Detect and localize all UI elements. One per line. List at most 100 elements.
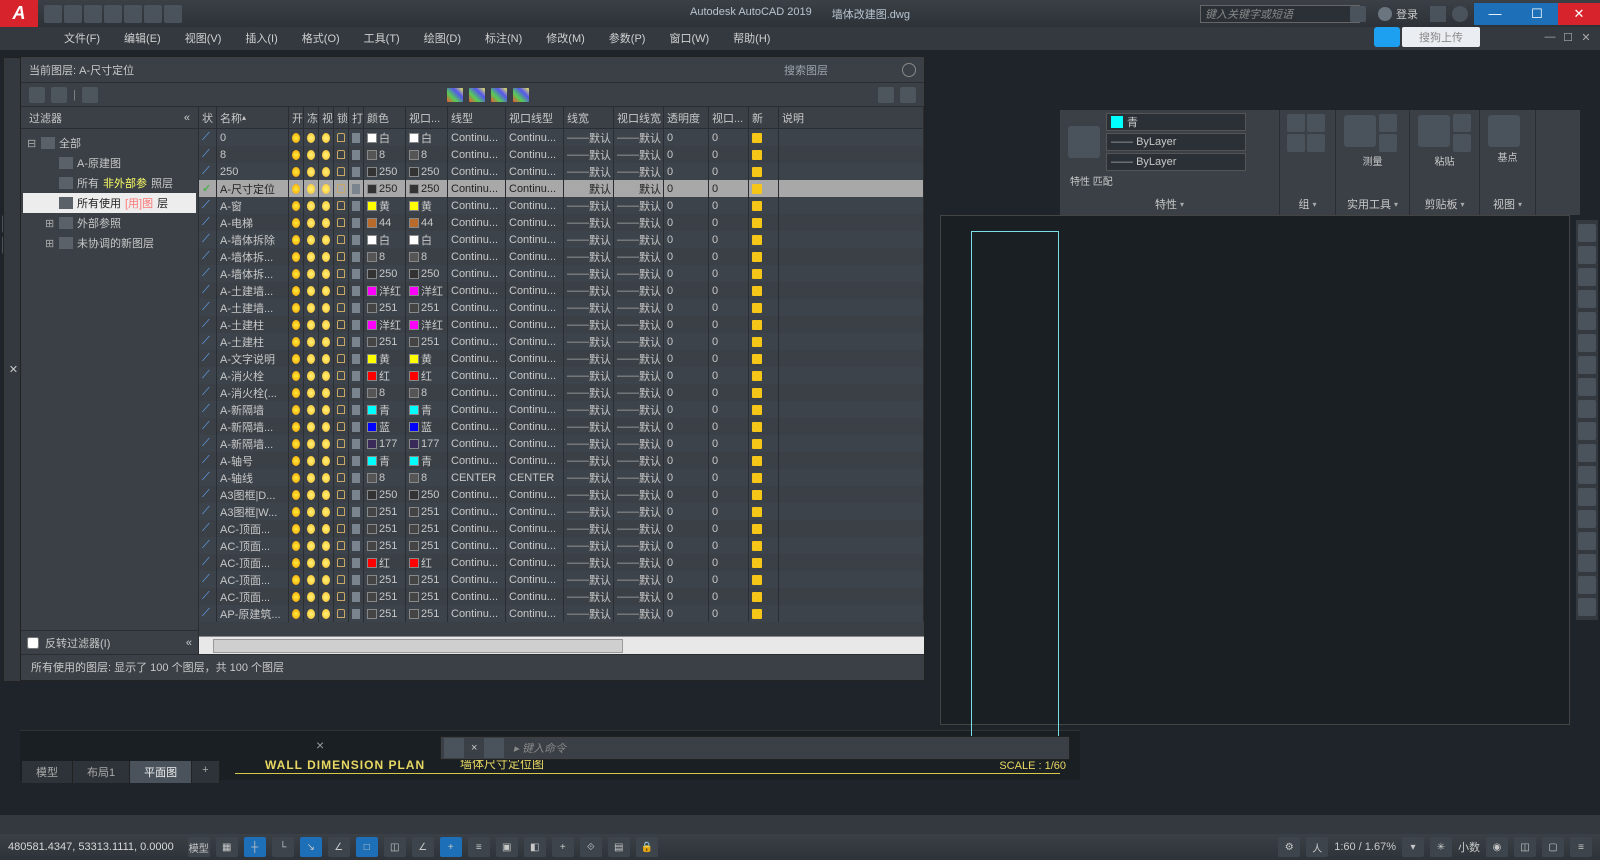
vp-scale-menu-icon[interactable]: ▾ xyxy=(1402,837,1424,857)
new-vp-icon[interactable] xyxy=(752,422,762,432)
quick-props-icon[interactable]: ▤ xyxy=(608,837,630,857)
plot-icon[interactable] xyxy=(352,490,360,500)
layer-row[interactable]: ⟋ A-轴线 8 8 CENTER CENTER —— 默认 —— 默认 0 0 xyxy=(199,469,924,486)
delete-layer-icon[interactable] xyxy=(491,88,507,102)
polar-tracking-icon[interactable]: ↘ xyxy=(300,837,322,857)
help-icon[interactable] xyxy=(1452,6,1468,22)
ortho-mode-icon[interactable]: └ xyxy=(272,837,294,857)
plot-icon[interactable] xyxy=(352,541,360,551)
new-vp-icon[interactable] xyxy=(752,405,762,415)
layout-add-button[interactable]: + xyxy=(192,761,219,783)
infocenter-search[interactable]: 键入关键字或短语 xyxy=(1200,5,1360,23)
showmotion-icon[interactable] xyxy=(1578,312,1596,330)
layer-state-icon[interactable] xyxy=(82,87,98,103)
lock-icon[interactable] xyxy=(337,371,345,380)
lock-icon[interactable] xyxy=(337,490,345,499)
layout-tab[interactable]: 布局1 xyxy=(73,761,130,783)
sun-vp-icon[interactable] xyxy=(322,167,330,177)
lock-icon[interactable] xyxy=(337,439,345,448)
layout-tab[interactable]: 模型 xyxy=(22,761,73,783)
nav-icon[interactable] xyxy=(1578,334,1596,352)
group-bbox-icon[interactable] xyxy=(1307,134,1325,152)
layer-row[interactable]: ⟋ AC-顶面... 251 251 Continu... Continu...… xyxy=(199,571,924,588)
anno-scale-icon[interactable]: 人 xyxy=(1306,837,1328,857)
zoom-extents-icon[interactable] xyxy=(1578,268,1596,286)
plot-icon[interactable] xyxy=(352,405,360,415)
sun-icon[interactable] xyxy=(307,320,315,330)
tree-node-all[interactable]: ⊟ 全部 xyxy=(23,133,196,153)
lock-icon[interactable] xyxy=(337,609,345,618)
column-header[interactable]: 打 xyxy=(349,107,364,128)
sogou-icon[interactable] xyxy=(1374,27,1400,47)
column-header[interactable]: 视口线型 xyxy=(506,107,564,128)
menu-item[interactable]: 格式(O) xyxy=(290,27,352,49)
sun-icon[interactable] xyxy=(307,575,315,585)
layer-row[interactable]: ⟋ A-消火栓(... 8 8 Continu... Continu... ——… xyxy=(199,384,924,401)
layer-row[interactable]: ⟋ A-墙体拆... 8 8 Continu... Continu... —— … xyxy=(199,248,924,265)
bulb-on-icon[interactable] xyxy=(292,507,300,517)
vp-scale-readout[interactable]: 1:60 / 1.67% xyxy=(1334,841,1396,853)
layer-row[interactable]: ⟋ A-墙体拆... 250 250 Continu... Continu...… xyxy=(199,265,924,282)
layer-row[interactable]: ⟋ 0 白 白 Continu... Continu... —— 默认 —— 默… xyxy=(199,129,924,146)
lock-icon[interactable] xyxy=(337,337,345,346)
isolate-objects-icon[interactable]: ◫ xyxy=(1514,837,1536,857)
plot-icon[interactable] xyxy=(352,592,360,602)
layer-row[interactable]: ⟋ 250 250 250 Continu... Continu... —— 默… xyxy=(199,163,924,180)
sun-icon[interactable] xyxy=(307,252,315,262)
grid-mode-icon[interactable]: ▦ xyxy=(216,837,238,857)
lock-icon[interactable] xyxy=(337,541,345,550)
palette-spine[interactable]: ✕ xyxy=(3,57,21,682)
layer-row[interactable]: ⟋ A-墙体拆除 白 白 Continu... Continu... —— 默认… xyxy=(199,231,924,248)
nav-wheel-icon[interactable] xyxy=(1578,224,1596,242)
lock-icon[interactable] xyxy=(337,269,345,278)
plot-icon[interactable] xyxy=(352,235,360,245)
layer-row[interactable]: ⟋ A3图框|W... 251 251 Continu... Continu..… xyxy=(199,503,924,520)
sun-vp-icon[interactable] xyxy=(322,609,330,619)
sun-icon[interactable] xyxy=(307,609,315,619)
sun-icon[interactable] xyxy=(307,422,315,432)
new-vp-icon[interactable] xyxy=(752,252,762,262)
layer-row[interactable]: ⟋ AP-原建筑... 251 251 Continu... Continu..… xyxy=(199,605,924,622)
sun-vp-icon[interactable] xyxy=(322,592,330,602)
lock-icon[interactable] xyxy=(337,422,345,431)
qat-plot-icon[interactable] xyxy=(124,5,142,23)
bulb-on-icon[interactable] xyxy=(292,218,300,228)
menu-item[interactable]: 绘图(D) xyxy=(412,27,473,49)
layer-row[interactable]: ⟋ A-窗 黄 黄 Continu... Continu... —— 默认 ——… xyxy=(199,197,924,214)
lock-icon[interactable] xyxy=(337,507,345,516)
plot-icon[interactable] xyxy=(352,286,360,296)
layer-row[interactable]: ⟋ AC-顶面... 红 红 Continu... Continu... —— … xyxy=(199,554,924,571)
plot-icon[interactable] xyxy=(352,133,360,143)
sun-vp-icon[interactable] xyxy=(322,269,330,279)
lock-icon[interactable] xyxy=(337,575,345,584)
nav-icon[interactable] xyxy=(1578,378,1596,396)
nav-icon[interactable] xyxy=(1578,444,1596,462)
sun-icon[interactable] xyxy=(307,167,315,177)
sun-icon[interactable] xyxy=(307,133,315,143)
new-vp-icon[interactable] xyxy=(752,320,762,330)
new-vp-icon[interactable] xyxy=(752,507,762,517)
plot-icon[interactable] xyxy=(352,201,360,211)
tree-node[interactable]: ⊞ 外部参照 xyxy=(23,213,196,233)
anno-visibility-icon[interactable]: ✳ xyxy=(1430,837,1452,857)
plot-icon[interactable] xyxy=(352,269,360,279)
bulb-on-icon[interactable] xyxy=(292,439,300,449)
bulb-on-icon[interactable] xyxy=(292,133,300,143)
snap-mode-icon[interactable]: ┼ xyxy=(244,837,266,857)
sun-icon[interactable] xyxy=(307,184,315,194)
new-vp-icon[interactable] xyxy=(752,388,762,398)
lock-icon[interactable] xyxy=(337,592,345,601)
nav-icon[interactable] xyxy=(1578,598,1596,616)
cmd-customize-icon[interactable] xyxy=(484,738,504,758)
layer-row[interactable]: ⟋ A-新隔墙 青 青 Continu... Continu... —— 默认 … xyxy=(199,401,924,418)
sun-icon[interactable] xyxy=(307,405,315,415)
column-header[interactable]: 说明 xyxy=(779,107,924,128)
basepoint-icon[interactable] xyxy=(1488,115,1520,147)
selection-cycling-icon[interactable]: ◧ xyxy=(524,837,546,857)
units-label[interactable]: 小数 xyxy=(1458,839,1480,855)
units-icon[interactable]: ⟐ xyxy=(580,837,602,857)
bulb-on-icon[interactable] xyxy=(292,167,300,177)
plot-icon[interactable] xyxy=(352,456,360,466)
layer-row[interactable]: ⟋ A-土建墙... 洋红 洋红 Continu... Continu... —… xyxy=(199,282,924,299)
sun-icon[interactable] xyxy=(307,473,315,483)
